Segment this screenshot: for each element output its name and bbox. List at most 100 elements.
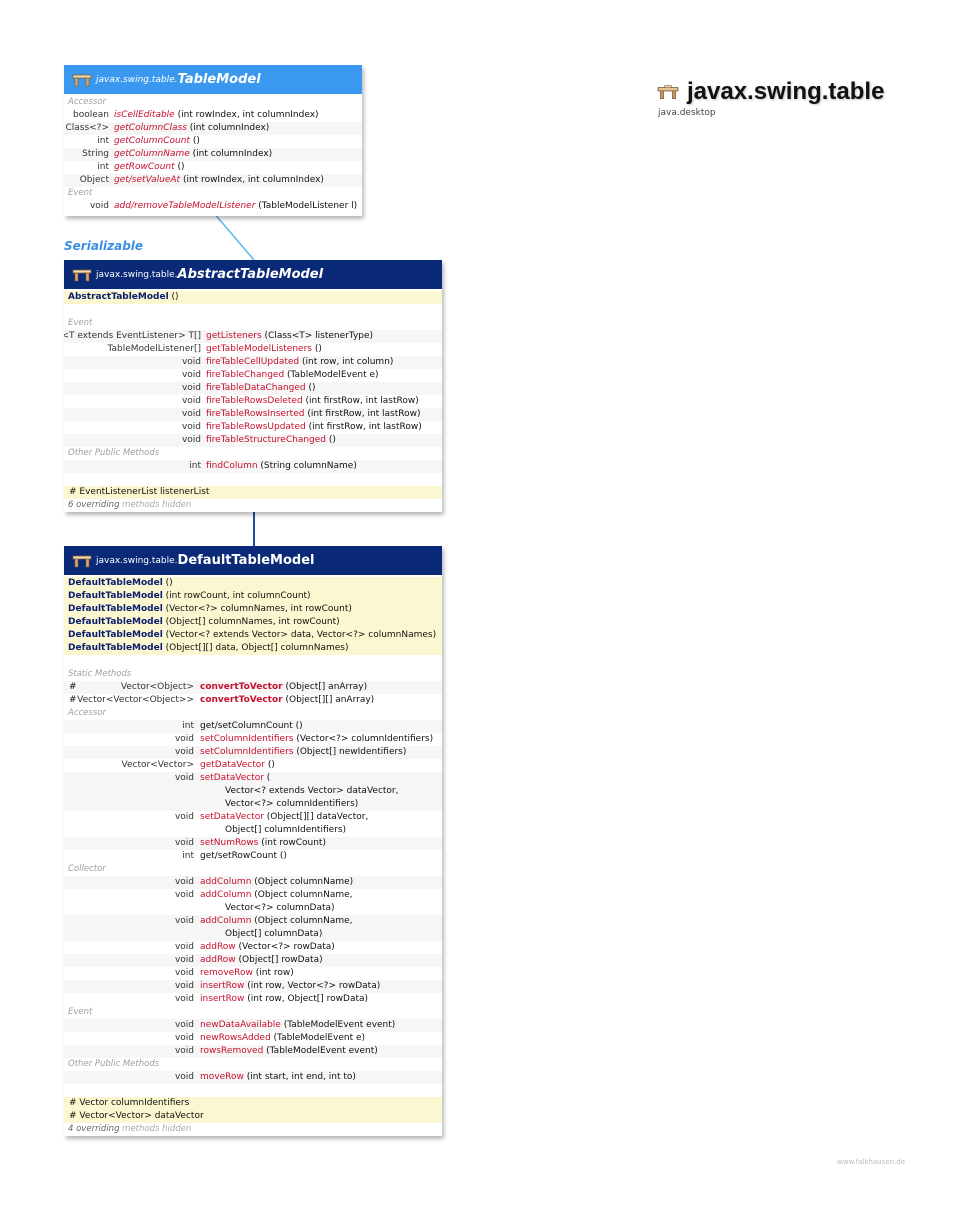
method-params: (int row, Vector<?> rowData) (244, 981, 381, 991)
param-continuation: Vector<? extends Vector> dataVector, (64, 785, 442, 798)
method-name: setNumRows (200, 838, 259, 848)
method-params: (int firstRow, int lastRow) (304, 409, 421, 419)
method-name: get/setValueAt (114, 175, 181, 185)
return-type: void (174, 877, 194, 887)
method-params: (TableModelEvent e) (284, 370, 379, 380)
method-row: void fireTableChanged (TableModelEvent e) (64, 369, 442, 382)
return-type: void (174, 747, 194, 757)
return-type: void (174, 1020, 194, 1030)
constructor-params: (Vector<?> columnNames, int rowCount) (162, 604, 352, 614)
abstracttablemodel-package: javax.swing.table. (96, 269, 178, 280)
constructor-name: DefaultTableModel (68, 604, 163, 614)
method-signature: fireTableChanged (TableModelEvent e) (206, 369, 379, 382)
protected-marker: # (69, 682, 77, 692)
method-row: void addColumn (Object columnName, (64, 915, 442, 928)
method-row: void removeRow (int row) (64, 967, 442, 980)
param-continuation: Object[] columnData) (64, 928, 442, 941)
return-type: void (174, 1033, 194, 1043)
defaulttablemodel-class-box[interactable]: javax.swing.table. DefaultTableModel Defa… (64, 546, 442, 1136)
return-type: int (182, 721, 194, 731)
method-params: (TableModelEvent e) (270, 1033, 366, 1043)
method-signature: getColumnClass (int columnIndex) (114, 122, 269, 135)
method-params: (int columnIndex) (186, 123, 270, 133)
return-type: void (181, 422, 201, 432)
method-params: (int row) (252, 968, 294, 978)
method-name: setColumnIdentifiers (200, 734, 294, 744)
constructor-row: DefaultTableModel (Vector<? extends Vect… (64, 629, 442, 642)
method-signature: findColumn (String columnName) (206, 460, 357, 473)
return-type: void (174, 942, 194, 952)
constructor-name: DefaultTableModel (68, 591, 163, 601)
method-row: void newRowsAdded (TableModelEvent e) (64, 1032, 442, 1045)
method-signature: setColumnIdentifiers (Vector<?> columnId… (200, 733, 433, 746)
section-heading: Event (68, 318, 93, 328)
constructor-params: (Object[] columnNames, int rowCount) (162, 617, 340, 627)
method-row: int get/setColumnCount () (64, 720, 442, 733)
method-name: convertToVector (200, 695, 283, 705)
method-name: insertRow (200, 994, 245, 1004)
method-params: Vector<? extends Vector> dataVector, (225, 786, 399, 796)
return-type: void (181, 357, 201, 367)
method-params: (Object[][] dataVector, (263, 812, 369, 822)
defaulttablemodel-header: javax.swing.table. DefaultTableModel (64, 546, 442, 575)
abstracttablemodel-class-box[interactable]: javax.swing.table. AbstractTableModel Abs… (64, 260, 442, 512)
method-name: getColumnClass (114, 123, 187, 133)
method-name: convertToVector (200, 682, 283, 692)
section-heading: Static Methods (68, 669, 132, 679)
hidden-methods-note: 6 overriding methods hidden (68, 500, 192, 510)
return-type: Object (79, 175, 109, 185)
method-row: void fireTableDataChanged () (64, 382, 442, 395)
method-name: setDataVector (200, 773, 264, 783)
method-signature: getListeners (Class<T> listenerType) (206, 330, 373, 343)
return-type: String (82, 149, 109, 159)
method-name: fireTableDataChanged (206, 383, 306, 393)
constructor-signature: DefaultTableModel () (68, 577, 173, 590)
constructor-name: DefaultTableModel (68, 643, 163, 653)
method-row: void fireTableCellUpdated (int row, int c… (64, 356, 442, 369)
method-name: addColumn (200, 890, 252, 900)
field-row: # EventListenerList listenerList (64, 486, 442, 499)
method-name: get/setRowCount (200, 851, 278, 861)
method-params: () (264, 760, 275, 770)
return-type: void (174, 890, 194, 900)
method-signature: get/setColumnCount () (200, 720, 303, 733)
package-icon (657, 85, 679, 99)
section-heading: Other Public Methods (68, 1059, 160, 1069)
constructor-params: (int rowCount, int columnCount) (162, 591, 311, 601)
abstracttablemodel-header: javax.swing.table. AbstractTableModel (64, 260, 442, 289)
method-row: void setDataVector (Object[][] dataVector… (64, 811, 442, 824)
tablemodel-interface-box[interactable]: javax.swing.table. TableModel Accessor boo… (64, 65, 362, 216)
return-type: void (181, 383, 201, 393)
method-params: (int row, Object[] rowData) (244, 994, 369, 1004)
return-type: void (174, 734, 194, 744)
method-name: fireTableChanged (206, 370, 285, 380)
method-params: (Object[] rowData) (235, 955, 323, 965)
return-type: boolean (73, 110, 109, 120)
return-type: void (181, 396, 201, 406)
method-params: (int start, int end, int to) (243, 1072, 356, 1082)
method-params: ( (263, 773, 271, 783)
method-name: newRowsAdded (200, 1033, 271, 1043)
method-params: (TableModelEvent event) (280, 1020, 396, 1030)
method-signature: get/setRowCount () (200, 850, 287, 863)
method-name: addColumn (200, 916, 252, 926)
method-params: (Object[] anArray) (282, 682, 368, 692)
section-heading: Accessor (68, 708, 106, 718)
field-row: # Vector columnIdentifiers (64, 1097, 442, 1110)
constructor-row: DefaultTableModel (Vector<?> columnNames… (64, 603, 442, 616)
return-type: void (181, 435, 201, 445)
method-row: void add/removeTableModelListener (TableM… (64, 200, 362, 213)
constructor-row: DefaultTableModel (Object[][] data, Obje… (64, 642, 442, 655)
method-params: () (292, 721, 303, 731)
method-signature: newRowsAdded (TableModelEvent e) (200, 1032, 365, 1045)
method-row: TableModelListener[] getTableModelListene… (64, 343, 442, 356)
method-params: () (311, 344, 322, 354)
method-row: void addRow (Object[] rowData) (64, 954, 442, 967)
method-name: addRow (200, 942, 236, 952)
method-signature: fireTableRowsDeleted (int firstRow, int … (206, 395, 419, 408)
return-type: TableModelListener[] (107, 344, 201, 354)
method-params: (Object columnName, (251, 916, 353, 926)
package-name: javax.swing.table (687, 78, 885, 105)
